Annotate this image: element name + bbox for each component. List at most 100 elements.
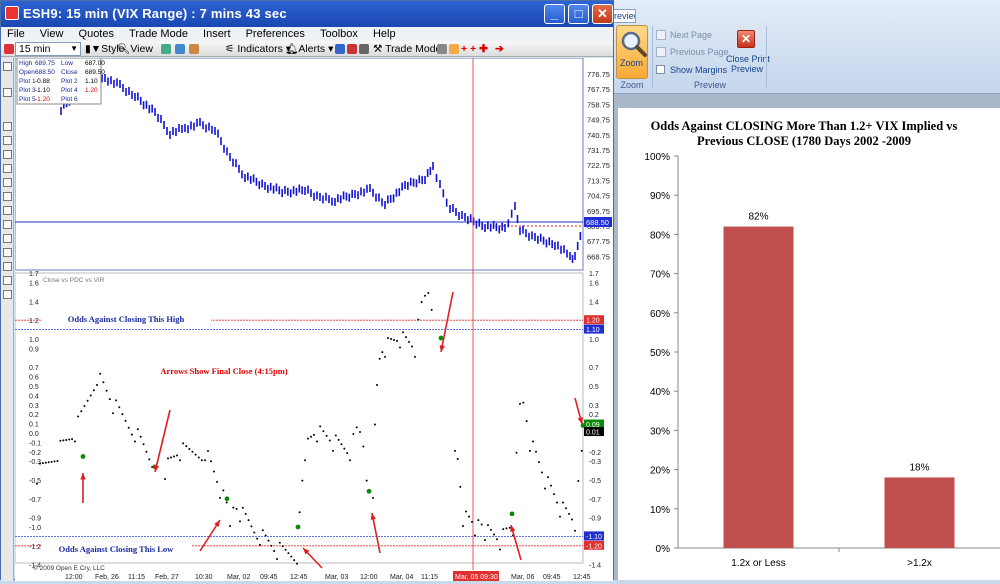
data-box-label: Plot 3 — [19, 87, 36, 94]
indicator-dot — [244, 512, 247, 515]
tool-icon[interactable] — [3, 136, 12, 145]
data-box-label: Plot 1 — [19, 78, 36, 85]
tab-print-preview[interactable]: review — [614, 9, 636, 23]
trading-chart[interactable]: 776.75 767.75 758.75 749.75 740.75 731.75 722.… — [14, 57, 613, 581]
chart-area[interactable]: 776.75 767.75 758.75 749.75 740.75 731.75 722.… — [14, 57, 613, 581]
tool-icon[interactable] — [3, 248, 12, 257]
cursor-icon[interactable] — [437, 44, 447, 54]
next-page-button[interactable]: Next Page — [670, 30, 712, 40]
indicator-dot — [468, 515, 470, 518]
tool-icon[interactable] — [3, 290, 12, 299]
style-icon: ▮▼ — [85, 43, 102, 55]
tool-icon[interactable] — [3, 262, 12, 271]
tool-icon[interactable] — [3, 206, 12, 215]
bar — [884, 477, 955, 548]
menu-trade-mode[interactable]: Trade Mode — [123, 27, 194, 41]
x-tick-label: >1.2x — [907, 558, 932, 569]
indicator-dot — [112, 412, 114, 415]
indicator-dot — [179, 459, 181, 462]
alerts-button[interactable]: 🔔︎Alerts ▾ — [285, 42, 333, 56]
tool-icon[interactable] — [3, 122, 12, 131]
menu-preferences[interactable]: Preferences — [240, 27, 311, 41]
menu-view[interactable]: View — [34, 27, 70, 41]
indicator-dot — [525, 420, 528, 423]
menu-toolbox[interactable]: Toolbox — [314, 27, 364, 41]
indicator-dot — [541, 471, 543, 474]
indicator-dot — [550, 484, 552, 487]
title-bar[interactable]: ESH9: 15 min (VIX Range) : 7 mins 43 sec… — [1, 1, 613, 27]
menu-bar: File View Quotes Trade Mode Insert Prefe… — [1, 27, 613, 41]
layout-icon[interactable] — [175, 44, 185, 54]
indicator-dot — [565, 507, 567, 510]
price-tick-label: 713.75 — [587, 176, 610, 185]
indicator-dot — [296, 562, 298, 565]
preview-group-label: Preview — [693, 80, 726, 90]
indicator-dot — [355, 426, 358, 429]
tool-icon[interactable] — [3, 276, 12, 285]
alerts-label: Alerts — [298, 43, 326, 55]
grid-icon[interactable] — [335, 44, 345, 54]
tool-icon[interactable] — [3, 220, 12, 229]
previous-page-button[interactable]: Previous Page — [670, 47, 729, 57]
print-preview-window: review Zoom Zoom Next Page Previous Page… — [614, 0, 1000, 580]
tool-icon[interactable] — [3, 178, 12, 187]
indicator-dot — [424, 294, 426, 297]
plus-icons[interactable]: + + ✚ — [461, 42, 488, 56]
zoom-button[interactable]: Zoom — [616, 25, 648, 79]
indicator-dot — [547, 476, 549, 479]
indicator-right-tick: 0.3 — [589, 403, 599, 410]
indicator-dot — [207, 449, 209, 452]
minimize-button[interactable]: _ — [544, 4, 565, 24]
group-divider — [766, 26, 767, 88]
show-margins-checkbox[interactable] — [656, 65, 665, 74]
data-box-value: 689.50 — [85, 69, 105, 76]
indicator-dot — [372, 496, 374, 499]
data-box-value: -1.10 — [35, 87, 50, 94]
indicators-label: Indicators — [237, 43, 283, 55]
pin-icon[interactable] — [4, 44, 14, 54]
indicator-tick-label: -1.0 — [29, 525, 41, 532]
indicators-button[interactable]: ⚟ Indicators ▾ — [225, 42, 291, 56]
tool-icon[interactable] — [3, 164, 12, 173]
indicator-dot — [562, 501, 564, 504]
close-print-label-2[interactable]: Preview — [731, 64, 763, 74]
close-print-preview-icon[interactable]: ✕ — [737, 30, 755, 48]
trade-mode-button[interactable]: ⚒ Trade Mode — [373, 42, 441, 56]
tool-icon[interactable] — [3, 88, 12, 97]
close-print-label-1[interactable]: Close Print — [726, 54, 770, 64]
indicator-dot — [349, 459, 351, 462]
indicator-dot — [115, 399, 118, 402]
window-title: ESH9: 15 min (VIX Range) : 7 mins 43 sec — [23, 6, 287, 21]
menu-file[interactable]: File — [1, 27, 31, 41]
tool-icon[interactable] — [3, 62, 12, 71]
interval-select[interactable]: 15 min ▼ — [15, 42, 81, 56]
chart-icon[interactable] — [161, 44, 171, 54]
indicator-dot — [346, 452, 349, 455]
indicator-dot — [62, 439, 65, 442]
close-button[interactable]: ✕ — [592, 4, 613, 24]
price-tick-label: 776.75 — [587, 70, 610, 79]
tool-icon[interactable] — [3, 150, 12, 159]
data-box-label: Close — [61, 69, 78, 76]
crosshair-icon[interactable] — [449, 44, 459, 54]
x-tick-label: 1.2x or Less — [731, 558, 785, 569]
tool-icon[interactable] — [3, 234, 12, 243]
maximize-button[interactable]: □ — [568, 4, 589, 24]
black-badge: 0.01 — [586, 430, 600, 437]
scissors-icon[interactable] — [359, 44, 369, 54]
print-icon[interactable] — [189, 44, 199, 54]
data-box-label: Plot 5 — [19, 96, 36, 103]
indicator-dot — [405, 336, 407, 339]
indicator-dot — [278, 541, 281, 544]
indicator-dot — [408, 340, 410, 343]
menu-quotes[interactable]: Quotes — [73, 27, 120, 41]
tool-icon[interactable] — [3, 192, 12, 201]
indicator-dot — [399, 346, 401, 349]
arrow-right-icon[interactable]: ➔ — [495, 42, 504, 56]
price-tick-label: 749.75 — [587, 116, 610, 125]
indicator-dot — [216, 480, 218, 483]
line-tool-icon[interactable] — [347, 44, 357, 54]
view-button[interactable]: 🔍︎View — [117, 42, 153, 56]
menu-insert[interactable]: Insert — [197, 27, 237, 41]
menu-help[interactable]: Help — [367, 27, 402, 41]
